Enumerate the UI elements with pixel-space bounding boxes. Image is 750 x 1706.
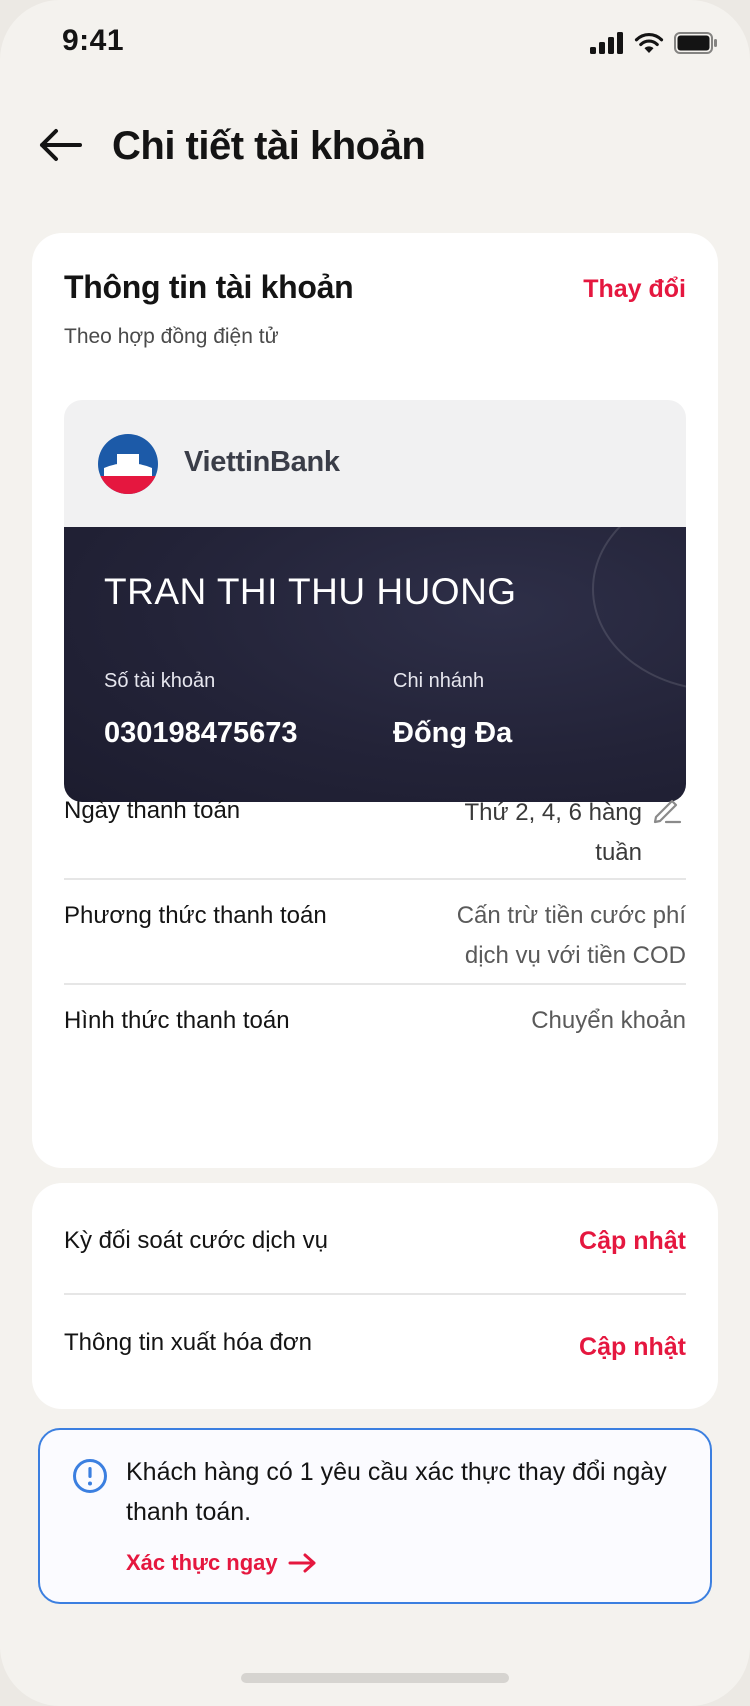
pencil-icon bbox=[653, 799, 682, 824]
status-time: 9:41 bbox=[62, 24, 125, 57]
account-info-card: Thông tin tài khoản Thay đổi Theo hợp đồ… bbox=[32, 233, 718, 1168]
invoice-info-label: Thông tin xuất hóa đơn bbox=[64, 1329, 312, 1356]
battery-icon bbox=[674, 32, 717, 54]
account-holder-name: TRAN THI THU HUONG bbox=[104, 571, 517, 612]
account-number-value: 030198475673 bbox=[104, 717, 298, 749]
account-info-subtitle: Theo hợp đồng điện tử bbox=[64, 325, 279, 348]
payment-method-label: Phương thức thanh toán bbox=[64, 902, 327, 929]
change-account-button[interactable]: Thay đổi bbox=[583, 275, 686, 304]
divider bbox=[64, 1293, 686, 1295]
account-info-title: Thông tin tài khoản bbox=[64, 269, 354, 305]
payment-method-value-line1: Cấn trừ tiền cước phí bbox=[456, 902, 686, 929]
divider bbox=[64, 983, 686, 985]
edit-payment-date-button[interactable] bbox=[650, 793, 686, 829]
verification-notice: Khách hàng có 1 yêu cầu xác thực thay đổ… bbox=[38, 1428, 712, 1604]
status-bar: 9:41 bbox=[0, 0, 750, 90]
divider bbox=[64, 878, 686, 880]
info-icon bbox=[73, 1459, 107, 1493]
signal-icon bbox=[590, 32, 623, 54]
payment-date-value-line2: tuần bbox=[595, 839, 642, 866]
payment-form-value: Chuyển khoản bbox=[531, 1007, 686, 1034]
card-decoration bbox=[592, 527, 686, 691]
payment-form-label: Hình thức thanh toán bbox=[64, 1007, 290, 1034]
wifi-icon bbox=[634, 32, 664, 53]
viettinbank-logo-icon bbox=[98, 434, 158, 494]
payment-date-value: Thứ 2, 4, 6 hàng tuần bbox=[464, 793, 642, 873]
payment-date-value-line1: Thứ 2, 4, 6 hàng bbox=[464, 799, 642, 826]
account-number-label: Số tài khoản bbox=[104, 670, 216, 692]
payment-method-row: Phương thức thanh toán Cấn trừ tiền cước… bbox=[64, 898, 686, 988]
back-button[interactable] bbox=[30, 120, 90, 170]
status-icons bbox=[590, 32, 718, 54]
payment-date-row: Ngày thanh toán Thứ 2, 4, 6 hàng tuần bbox=[64, 793, 686, 883]
update-invoice-button[interactable]: Cập nhật bbox=[579, 1333, 686, 1362]
arrow-left-icon bbox=[40, 129, 82, 161]
payment-form-row: Hình thức thanh toán Chuyển khoản bbox=[64, 1003, 686, 1053]
branch-label: Chi nhánh bbox=[393, 670, 485, 692]
reconciliation-period-label: Kỳ đối soát cước dịch vụ bbox=[64, 1227, 328, 1254]
update-reconciliation-button[interactable]: Cập nhật bbox=[579, 1227, 686, 1256]
arrow-right-icon bbox=[288, 1553, 316, 1573]
verify-now-label: Xác thực ngay bbox=[126, 1550, 278, 1575]
payment-method-value-line2: dịch vụ với tiền COD bbox=[464, 942, 686, 969]
payment-date-label: Ngày thanh toán bbox=[64, 797, 241, 824]
payment-method-value: Cấn trừ tiền cước phí dịch vụ với tiền C… bbox=[457, 896, 686, 976]
settings-card: Kỳ đối soát cước dịch vụ Cập nhật Thông … bbox=[32, 1183, 718, 1409]
app-header: Chi tiết tài khoản bbox=[0, 110, 750, 190]
page-title: Chi tiết tài khoản bbox=[112, 124, 426, 168]
bank-card-header: ViettinBank bbox=[64, 400, 686, 527]
home-indicator bbox=[241, 1673, 509, 1683]
bank-card-body: TRAN THI THU HUONG Số tài khoản 03019847… bbox=[64, 527, 686, 802]
bank-name: ViettinBank bbox=[184, 446, 340, 478]
notice-message: Khách hàng có 1 yêu cầu xác thực thay đổ… bbox=[126, 1458, 667, 1526]
branch-value: Đống Đa bbox=[393, 717, 513, 749]
screen: 9:41 Chi tiết tài khoản Thông tin tài kh… bbox=[0, 0, 750, 1706]
verify-now-link[interactable]: Xác thực ngay bbox=[126, 1550, 318, 1576]
bank-card: ViettinBank TRAN THI THU HUONG Số tài kh… bbox=[64, 400, 686, 802]
